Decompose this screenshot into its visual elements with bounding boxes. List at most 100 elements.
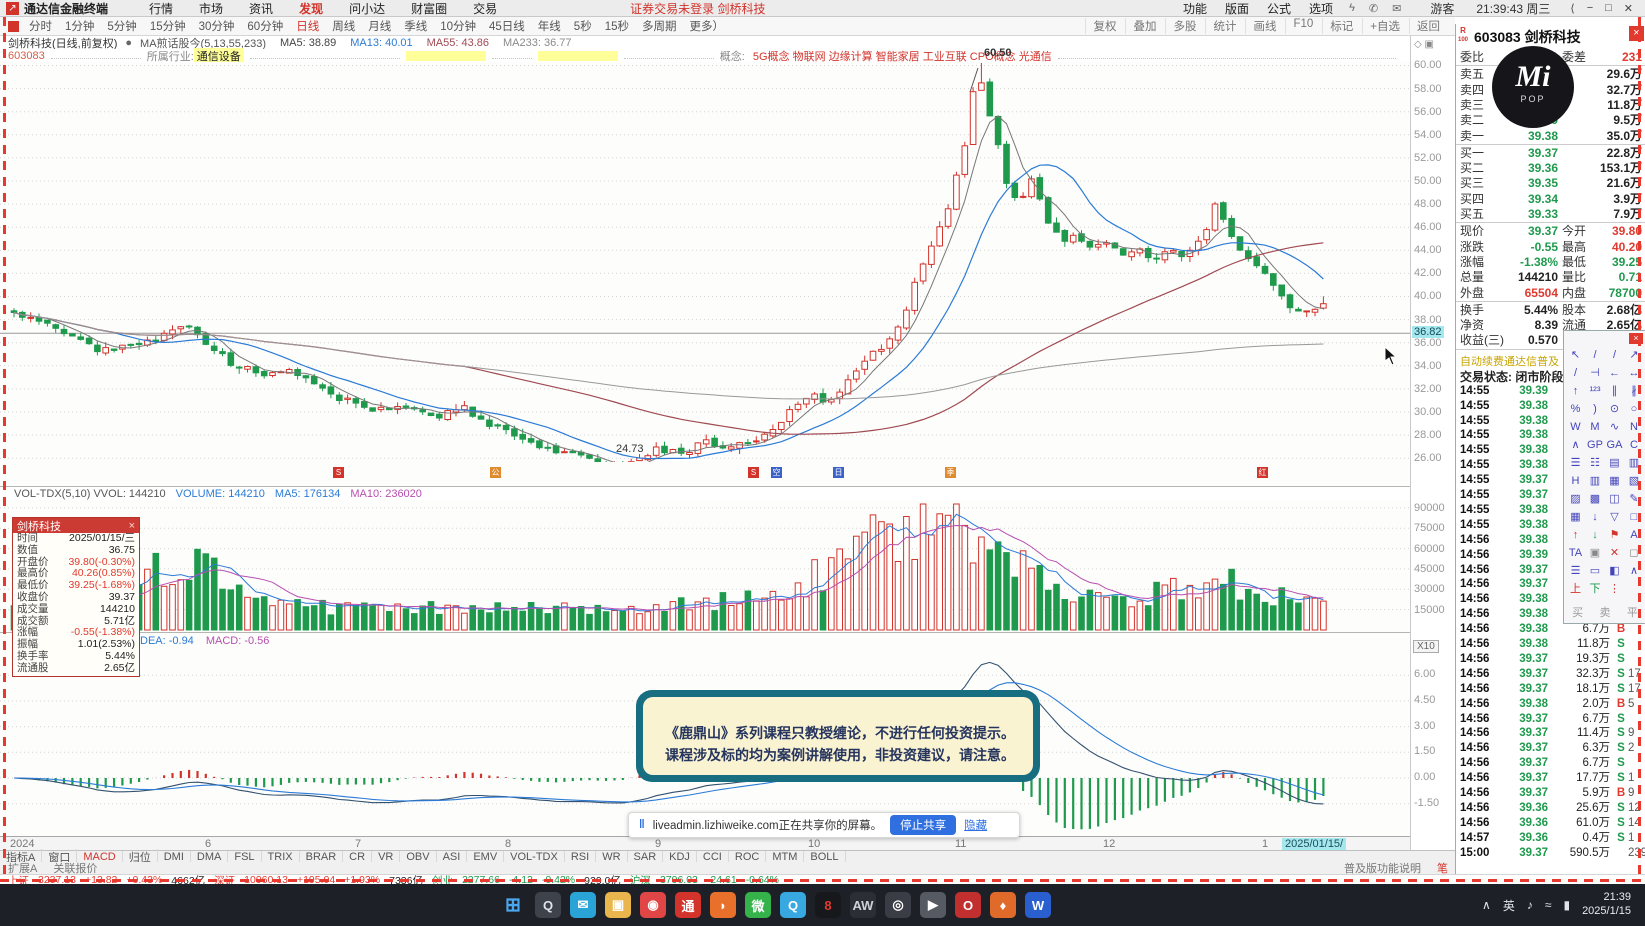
search-icon[interactable]: Q — [535, 892, 561, 918]
toolbar-button-复权[interactable]: 复权 — [1085, 18, 1123, 34]
tdx-icon[interactable]: 通 — [675, 892, 701, 918]
period-tab-5秒[interactable]: 5秒 — [574, 18, 592, 34]
draw-tool-icon[interactable]: ☰ — [1566, 563, 1585, 580]
draw-tool-icon[interactable]: ⊙ — [1605, 401, 1624, 418]
menu-item-财富圈[interactable]: 财富圈 — [411, 0, 447, 17]
draw-tool-icon[interactable]: ⋮ — [1605, 581, 1624, 598]
draw-tool-icon[interactable]: % — [1566, 401, 1585, 418]
sales-row[interactable]: 14:56 39.37 6.7万 S — [1456, 712, 1645, 727]
quote-row[interactable]: 买三 39.35 21.6万 — [1456, 176, 1645, 191]
toolbar-button-返回[interactable]: 返回 — [1409, 18, 1447, 34]
quote-row[interactable]: 卖一 39.38 35.0万 — [1456, 129, 1645, 144]
chart-corner-icons[interactable]: ◇ ▣ — [1414, 39, 1434, 50]
draw-tool-icon[interactable]: ▦ — [1605, 473, 1624, 490]
quote-row[interactable]: 买二 39.36 153.1万 — [1456, 161, 1645, 176]
toolbar-button-+自选[interactable]: +自选 — [1362, 18, 1407, 34]
menu-item-资讯[interactable]: 资讯 — [249, 0, 273, 17]
draw-tool-icon[interactable]: ↓ — [1586, 509, 1605, 526]
sales-row[interactable]: 14:56 39.37 19.3万 S — [1456, 652, 1645, 667]
quote-symbol-title[interactable]: 603083 剑桥科技 — [1474, 27, 1581, 47]
draw-tool-icon[interactable]: ▥ — [1586, 473, 1605, 490]
chrome-icon[interactable]: ◉ — [640, 892, 666, 918]
draw-tool-icon[interactable]: ▭ — [1586, 563, 1605, 580]
menu-item-功能[interactable]: 功能 — [1183, 0, 1207, 17]
period-tab-60分钟[interactable]: 60分钟 — [247, 18, 283, 34]
sales-row[interactable]: 14:56 39.37 18.1万 S 17 — [1456, 682, 1645, 697]
maximize-icon[interactable]: □ — [1605, 2, 1612, 15]
taskbar-clock[interactable]: 21:39 2025/1/15 — [1582, 891, 1631, 919]
volume-pane[interactable] — [0, 500, 1410, 632]
period-tab-更多）[interactable]: 更多） — [690, 18, 725, 34]
sales-row[interactable]: 14:56 39.37 11.4万 S 9 — [1456, 726, 1645, 741]
sales-row[interactable]: 14:56 39.36 61.0万 S 14 — [1456, 816, 1645, 831]
period-tab-15分钟[interactable]: 15分钟 — [150, 18, 186, 34]
draw-tool-icon[interactable]: ⊣ — [1586, 365, 1605, 382]
draw-tool-icon[interactable]: ) — [1586, 401, 1605, 418]
draw-tool-icon[interactable]: ↑ — [1566, 527, 1585, 544]
volume-canvas[interactable] — [0, 500, 1410, 632]
draw-tool-icon[interactable]: ⚑ — [1605, 527, 1624, 544]
opera-icon[interactable]: O — [955, 892, 981, 918]
volume-icon[interactable]: ♪ — [1527, 898, 1533, 912]
toolbar-button-多股[interactable]: 多股 — [1165, 18, 1203, 34]
draw-tool-icon[interactable]: M — [1586, 419, 1605, 436]
event-marker[interactable]: 红 — [1257, 467, 1268, 478]
draw-tool-icon[interactable]: / — [1605, 347, 1624, 364]
draw-tool-icon[interactable]: ∥ — [1605, 383, 1624, 400]
period-tab-季线[interactable]: 季线 — [404, 18, 427, 34]
tag-chip-2[interactable] — [537, 50, 618, 61]
main-chart-canvas[interactable] — [0, 62, 1410, 470]
sales-row[interactable]: 14:56 39.36 25.6万 S 12 — [1456, 801, 1645, 816]
draw-tool-icon[interactable]: ↓ — [1586, 527, 1605, 544]
period-tab-30分钟[interactable]: 30分钟 — [199, 18, 235, 34]
close-icon[interactable]: × — [129, 520, 135, 532]
live8-icon[interactable]: 8 — [815, 892, 841, 918]
quote-row[interactable]: 换手 5.44% 股本 2.68亿 — [1456, 303, 1645, 318]
event-marker[interactable]: 季 — [945, 467, 956, 478]
quote-row[interactable]: 现价 39.37 今开 39.80 — [1456, 224, 1645, 239]
login-notice[interactable]: 证券交易未登录 剑桥科技 — [630, 0, 765, 17]
popup-header[interactable]: 剑桥科技 × — [13, 518, 139, 533]
stop-share-button[interactable]: 停止共享 — [890, 815, 957, 835]
chevron-up-icon[interactable]: ∧ — [1482, 898, 1491, 912]
close-icon[interactable]: × — [1629, 26, 1644, 41]
quote-row[interactable]: 总量 144210 量比 0.71 — [1456, 270, 1645, 285]
main-chart-pane[interactable]: S公S空日季红 — [0, 62, 1410, 486]
draw-tool-icon[interactable]: ▽ — [1605, 509, 1624, 526]
period-tab-15秒[interactable]: 15秒 — [605, 18, 629, 34]
quote-row[interactable]: 外盘 65504 内盘 78700 — [1456, 286, 1645, 301]
period-tab-周线[interactable]: 周线 — [332, 18, 355, 34]
draw-tool-icon[interactable]: ▨ — [1566, 491, 1585, 508]
period-tab-日线[interactable]: 日线 — [296, 18, 319, 34]
quote-row[interactable]: 涨幅 -1.38% 最低 39.25 — [1456, 255, 1645, 270]
bolt-icon[interactable]: ϟ — [1349, 2, 1355, 15]
sales-row[interactable]: 14:56 39.38 6.7万 B — [1456, 622, 1645, 637]
period-tab-5分钟[interactable]: 5分钟 — [107, 18, 136, 34]
draw-tool-icon[interactable]: ◫ — [1605, 491, 1624, 508]
mail-icon[interactable]: ✉ — [570, 892, 596, 918]
draw-tool-icon[interactable]: ↑ — [1566, 383, 1585, 400]
draw-tool-icon[interactable]: GA — [1605, 437, 1624, 454]
quote-row[interactable]: 涨跌 -0.55 最高 40.20 — [1456, 240, 1645, 255]
quote-row[interactable]: 买五 39.33 7.9万 — [1456, 207, 1645, 222]
aw-icon[interactable]: AW — [850, 892, 876, 918]
period-tab-月线[interactable]: 月线 — [368, 18, 391, 34]
period-tab-45日线[interactable]: 45日线 — [489, 18, 525, 34]
menu-item-发现[interactable]: 发现 — [299, 0, 323, 17]
toolbar-button-标记[interactable]: 标记 — [1322, 18, 1360, 34]
quote-row[interactable]: 买一 39.37 22.8万 — [1456, 146, 1645, 161]
menu-item-版面[interactable]: 版面 — [1225, 0, 1249, 17]
draw-tool-icon[interactable]: TA — [1566, 545, 1585, 562]
phone-icon[interactable]: ✆ — [1369, 2, 1378, 15]
start-icon[interactable]: ⊞ — [500, 892, 526, 918]
sales-row[interactable]: 14:56 39.37 17.7万 S 1 — [1456, 771, 1645, 786]
sales-row[interactable]: 14:56 39.37 5.9万 B 9 — [1456, 786, 1645, 801]
flame-icon[interactable]: ♦ — [990, 892, 1016, 918]
event-marker[interactable]: S — [333, 467, 344, 478]
quote-row[interactable]: 买四 39.34 3.9万 — [1456, 192, 1645, 207]
draw-tool-icon[interactable]: ☰ — [1566, 455, 1585, 472]
sales-row[interactable]: 14:56 39.37 32.3万 S 17 — [1456, 667, 1645, 682]
toolbar-button-F10[interactable]: F10 — [1285, 18, 1320, 34]
network-icon[interactable]: ≈ — [1545, 898, 1552, 912]
draw-tool-icon[interactable]: GP — [1586, 437, 1605, 454]
